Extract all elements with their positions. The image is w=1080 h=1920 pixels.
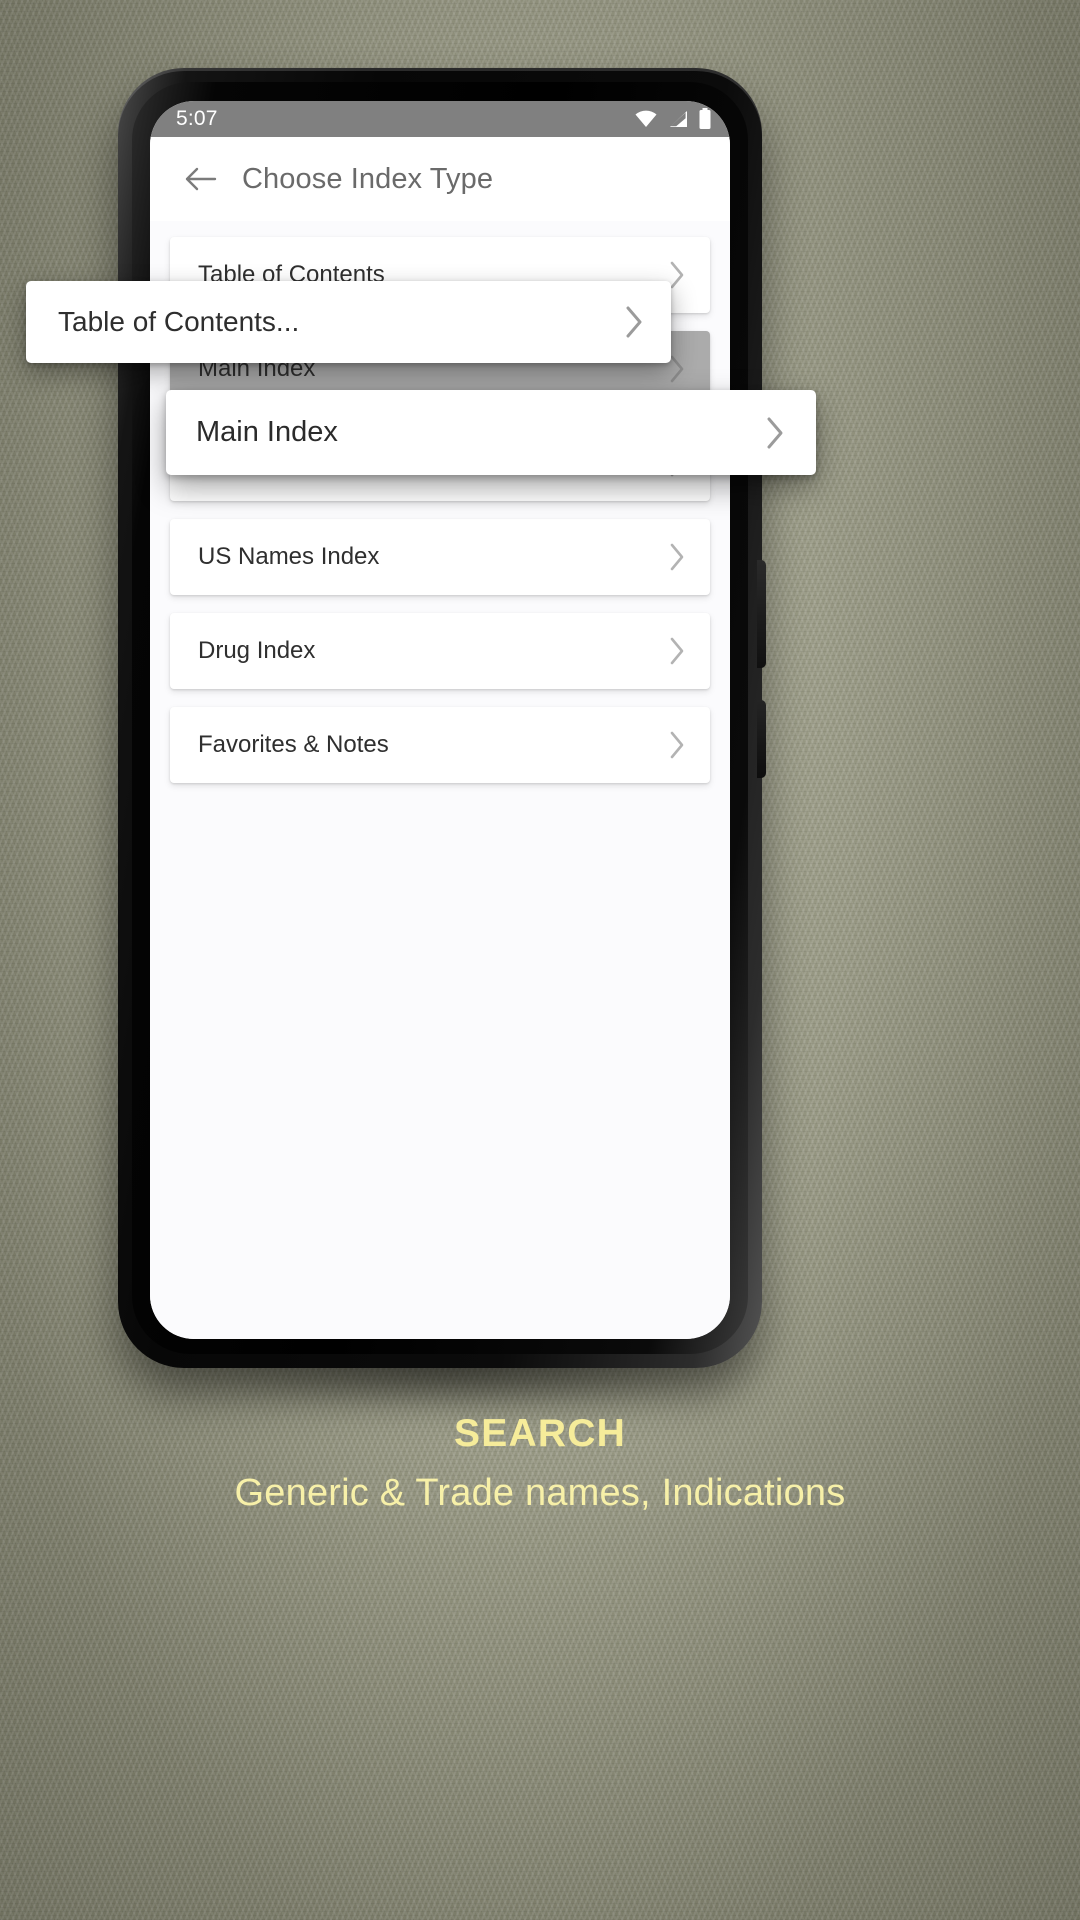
overlay-label: Main Index (196, 416, 338, 448)
overlay-label: Table of Contents... (58, 306, 300, 337)
list-item-label: Favorites & Notes (198, 731, 389, 758)
promo-caption: SEARCH Generic & Trade names, Indication… (0, 1412, 1080, 1515)
arrow-left-icon (185, 167, 217, 191)
chevron-right-icon (626, 306, 642, 338)
status-bar-time: 5:07 (176, 107, 218, 130)
chevron-right-icon (670, 637, 684, 665)
list-item-favorites-and-notes[interactable]: Favorites & Notes (170, 707, 710, 783)
overlay-card-table-of-contents[interactable]: Table of Contents... (26, 281, 671, 363)
list-item-drug-index[interactable]: Drug Index (170, 613, 710, 689)
chevron-right-icon (670, 543, 684, 571)
status-bar-icons (634, 108, 712, 130)
phone-volume-button[interactable] (757, 700, 766, 778)
list-item-label: US Names Index (198, 543, 380, 570)
list-item-us-names-index[interactable]: US Names Index (170, 519, 710, 595)
caption-title: SEARCH (454, 1412, 626, 1455)
app-bar: Choose Index Type (150, 137, 730, 221)
page-title: Choose Index Type (242, 162, 494, 195)
caption-subtitle: Generic & Trade names, Indications (234, 1472, 846, 1514)
chevron-right-icon (767, 417, 783, 448)
phone-power-button[interactable] (757, 560, 766, 668)
status-bar: 5:07 (150, 101, 730, 137)
back-button[interactable] (174, 152, 228, 206)
battery-icon (699, 108, 711, 129)
overlay-card-main-index[interactable]: Main Index (166, 390, 816, 475)
index-type-list: Table of Contents Main Index Canadian Na… (150, 221, 730, 1339)
list-item-label: Drug Index (198, 637, 316, 664)
cellular-signal-icon (670, 111, 687, 127)
chevron-right-icon (670, 731, 684, 759)
wifi-icon (635, 110, 657, 127)
